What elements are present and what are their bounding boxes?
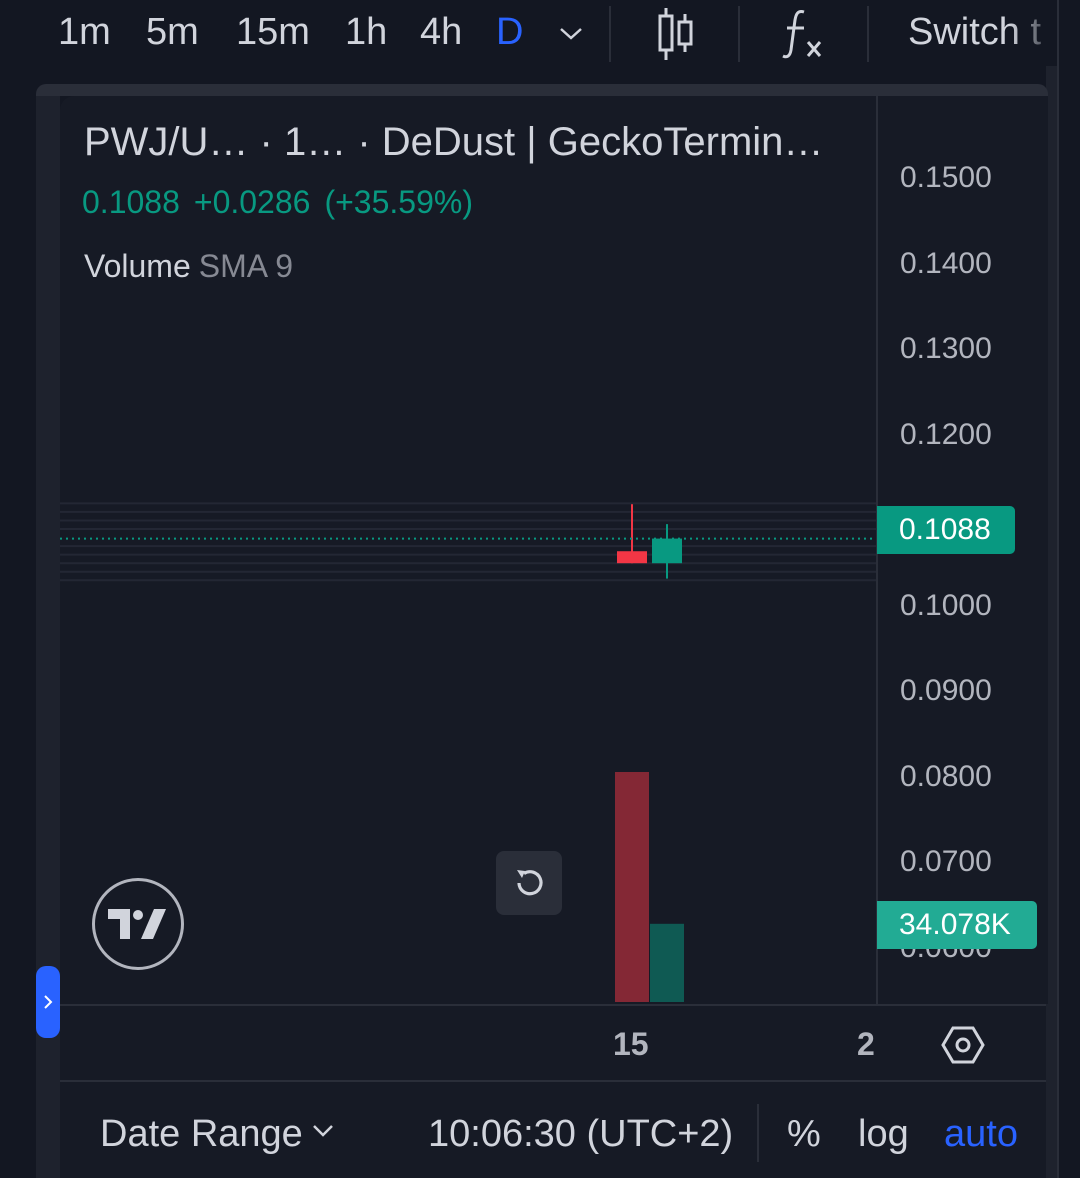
time-label: 15 [613, 1026, 649, 1062]
price-tick: 0.0700 [900, 845, 992, 878]
bottom-divider [757, 1104, 759, 1162]
candlestick-icon[interactable] [652, 6, 698, 62]
price-change: +0.0286 [193, 184, 311, 220]
side-panel-toggle[interactable] [36, 966, 60, 1038]
price-change-pct: (+35.59%) [324, 184, 473, 220]
toolbar-fade [1010, 0, 1080, 66]
log-toggle[interactable]: log [858, 1114, 909, 1154]
price-tick: 0.1500 [900, 161, 992, 194]
last-price: 0.1088 [82, 184, 180, 220]
toolbar-divider [867, 6, 869, 62]
volume-bar [650, 923, 684, 1002]
time-axis[interactable] [60, 1004, 1046, 1080]
time-label: 2 [857, 1026, 875, 1062]
volume-bar [615, 772, 649, 1002]
reset-chart-button[interactable] [496, 851, 562, 915]
frame-edge [1057, 0, 1059, 1178]
volume-label: Volume [84, 248, 191, 284]
frame-top [36, 84, 1048, 96]
hexagon-settings-icon [941, 1026, 985, 1064]
price-legend: 0.1088 +0.0286 (+35.59%) [82, 184, 487, 220]
price-tick: 0.0900 [900, 674, 992, 707]
interval-5m[interactable]: 5m [146, 12, 199, 52]
interval-d[interactable]: D [496, 12, 523, 52]
price-tick: 0.0800 [900, 760, 992, 793]
candle-body [652, 538, 682, 564]
reset-icon [517, 870, 543, 896]
fx-icon[interactable] [780, 6, 826, 62]
toolbar-divider [738, 6, 740, 62]
volume-sma-label: SMA 9 [198, 248, 293, 284]
tradingview-logo-icon[interactable] [92, 878, 184, 970]
price-tick: 0.1000 [900, 589, 992, 622]
candle-body [617, 551, 647, 564]
price-tick: 0.1300 [900, 332, 992, 365]
chevron-down-icon[interactable] [554, 6, 588, 62]
interval-1h[interactable]: 1h [345, 12, 387, 52]
top-toolbar: 1m 5m 15m 1h 4h D Switch t [0, 0, 1080, 66]
auto-toggle[interactable]: auto [944, 1114, 1018, 1154]
chevron-right-icon [44, 995, 53, 1009]
chart-settings-button[interactable] [940, 1022, 986, 1068]
volume-tag: 34.078K [877, 901, 1037, 949]
timezone-clock[interactable]: 10:06:30 (UTC+2) [428, 1114, 733, 1154]
percent-toggle[interactable]: % [787, 1114, 821, 1154]
date-range-button[interactable]: Date Range [100, 1114, 303, 1154]
volume-legend[interactable]: Volume SMA 9 [84, 248, 293, 284]
price-tick: 0.1200 [900, 418, 992, 451]
last-price-tag: 0.1088 [877, 506, 1015, 554]
price-tick: 0.1400 [900, 247, 992, 280]
interval-4h[interactable]: 4h [420, 12, 462, 52]
interval-15m[interactable]: 15m [236, 12, 310, 52]
chevron-down-icon[interactable] [312, 1124, 334, 1143]
symbol-legend-title[interactable]: PWJ/U… · 1… · DeDust | GeckoTermin… [84, 120, 823, 164]
toolbar-divider [609, 6, 611, 62]
interval-1m[interactable]: 1m [58, 12, 111, 52]
